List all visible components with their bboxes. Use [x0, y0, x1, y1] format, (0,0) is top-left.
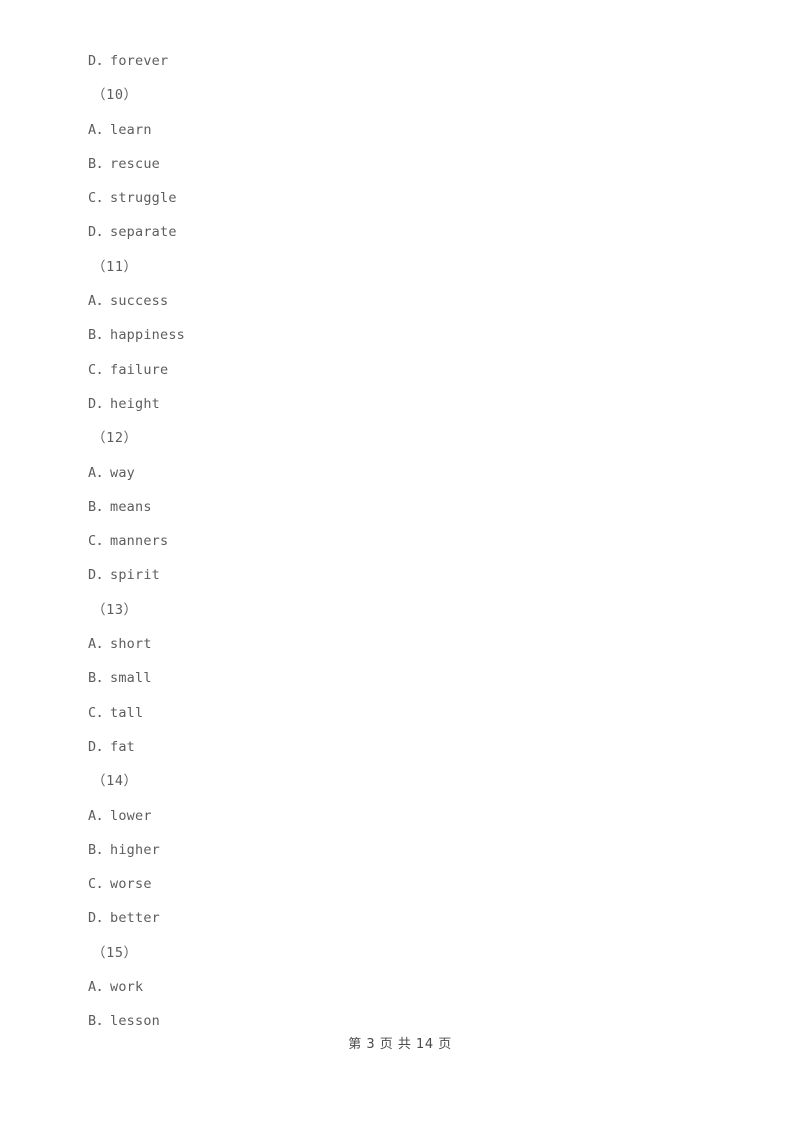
answer-option: B．means — [88, 498, 152, 515]
answer-option: D．forever — [88, 53, 169, 69]
answer-option: A．work — [88, 979, 144, 996]
answer-option: D．fat — [88, 738, 136, 755]
question-number: （15） — [92, 944, 138, 961]
question-number: （10） — [92, 87, 138, 104]
answer-option: D．better — [88, 910, 160, 927]
answer-option: B．happiness — [88, 327, 185, 344]
document-page: D．forever （10） A．learn B．rescue C．struggle D．… — [0, 0, 800, 1132]
document-body: D．forever （10） A．learn B．rescue C．struggle D．… — [88, 44, 708, 1039]
answer-option: D．separate — [88, 224, 177, 241]
answer-option: A．short — [88, 636, 152, 653]
answer-option: A．way — [88, 464, 136, 481]
question-number: （13） — [92, 601, 138, 618]
question-number: （14） — [92, 773, 138, 790]
answer-option: A．learn — [88, 121, 152, 138]
answer-option: B．rescue — [88, 155, 160, 172]
answer-option: B．small — [88, 670, 152, 687]
answer-option: C．worse — [88, 876, 152, 893]
page-footer: 第 3 页 共 14 页 — [348, 1037, 452, 1052]
answer-option: A．lower — [88, 807, 152, 824]
answer-option: A．success — [88, 293, 169, 310]
answer-option: D．height — [88, 395, 160, 412]
answer-option: C．struggle — [88, 190, 177, 207]
question-number: （12） — [92, 430, 138, 447]
answer-option: C．manners — [88, 533, 169, 550]
answer-option: C．tall — [88, 704, 144, 721]
answer-option: C．failure — [88, 361, 169, 378]
answer-option: D．spirit — [88, 567, 160, 584]
answer-option: B．higher — [88, 841, 160, 858]
question-number: （11） — [92, 258, 138, 275]
